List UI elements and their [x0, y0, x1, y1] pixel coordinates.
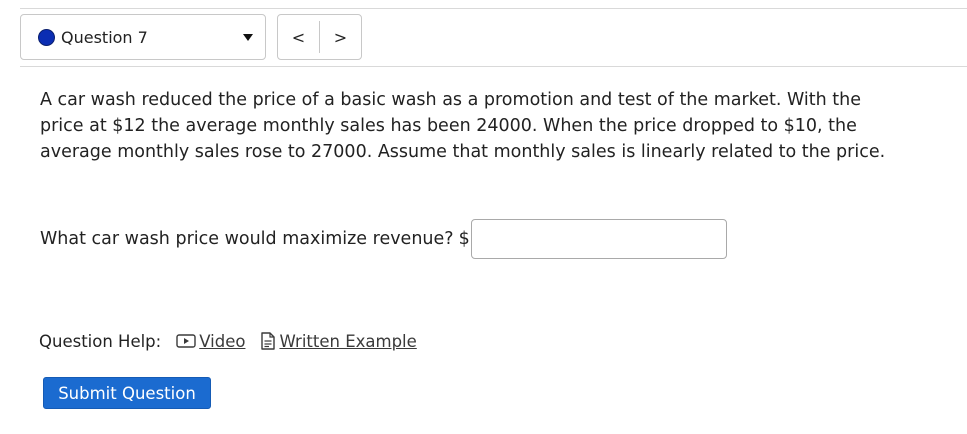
top-divider [20, 8, 967, 9]
currency-prefix: $ [458, 229, 470, 249]
question-navigation: Question 7 < > [20, 14, 362, 60]
previous-question-button[interactable]: < [278, 15, 319, 59]
question-selector-label: Question 7 [61, 27, 148, 47]
video-help-link[interactable]: Video [176, 332, 245, 351]
question-selector[interactable]: Question 7 [20, 14, 266, 60]
document-icon [260, 332, 276, 350]
written-example-label: Written Example [279, 331, 417, 351]
question-help: Question Help: Video Written Example [39, 329, 432, 353]
next-question-button[interactable]: > [320, 15, 361, 59]
question-status-icon [38, 28, 55, 46]
problem-statement: A car wash reduced the price of a basic … [40, 90, 886, 162]
video-help-label: Video [199, 331, 246, 351]
submit-question-button[interactable]: Submit Question [43, 377, 211, 409]
header-divider [20, 66, 967, 67]
question-help-label: Question Help: [39, 331, 162, 351]
answer-prompt: What car wash price would maximize reven… [40, 229, 454, 249]
answer-row: What car wash price would maximize reven… [40, 219, 727, 259]
answer-input[interactable] [470, 219, 727, 259]
video-icon [176, 333, 196, 349]
dropdown-caret-icon [243, 33, 253, 41]
written-example-link[interactable]: Written Example [260, 331, 417, 351]
question-pager: < > [277, 14, 362, 60]
